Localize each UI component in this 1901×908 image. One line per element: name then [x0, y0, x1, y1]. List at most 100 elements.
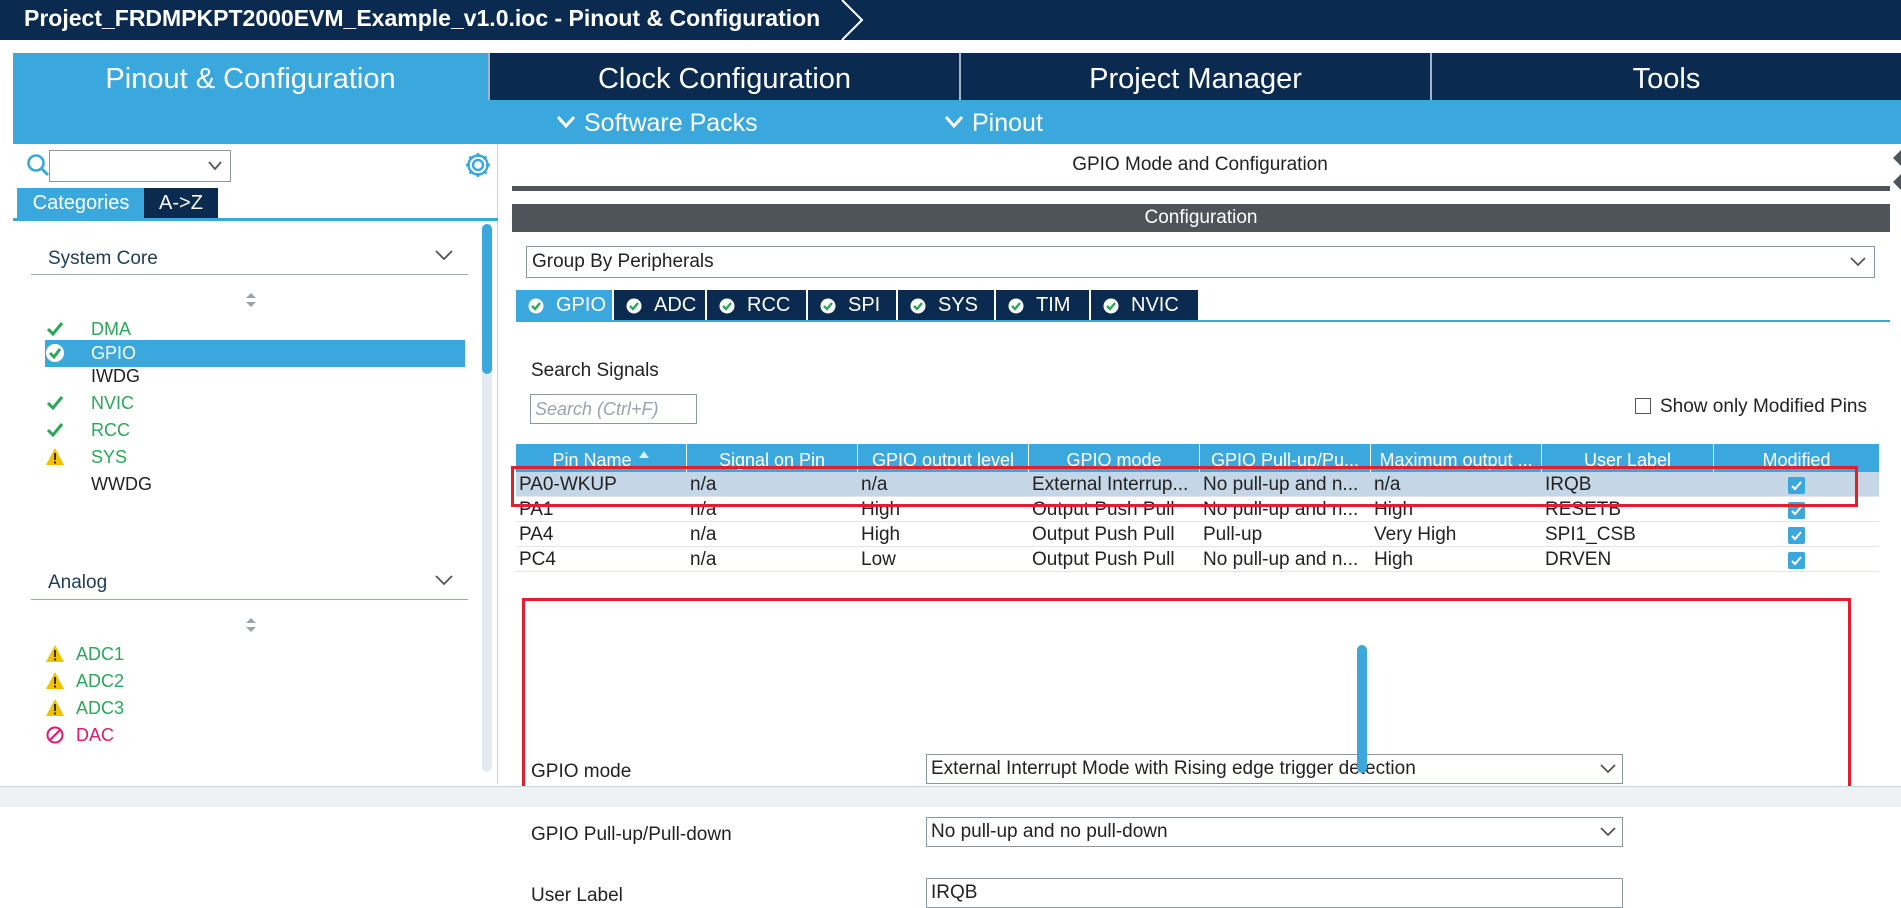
cell-user-label: SPI1_CSB	[1545, 524, 1636, 545]
show-modified-pins-label: Show only Modified Pins	[1660, 396, 1867, 417]
cell-mode: Output Push Pull	[1032, 524, 1175, 545]
categories-pane: Categories A->Z System Core DMA GPIO IWD…	[13, 144, 498, 784]
divider[interactable]	[512, 186, 1890, 191]
cell-pin: PC4	[519, 549, 556, 570]
cell-level: Low	[861, 549, 896, 570]
chevron-down-icon	[556, 116, 576, 129]
highlight-pin-settings	[522, 598, 1851, 802]
list-item-label: IWDG	[91, 366, 140, 386]
list-item-label: ADC1	[76, 644, 125, 664]
list-item-label: WWDG	[91, 474, 152, 494]
check-circle-icon	[1103, 298, 1119, 314]
table-row[interactable]: PC4 n/a Low Output Push Pull No pull-up …	[516, 547, 1879, 572]
warning-icon	[46, 699, 64, 716]
category-search-combo[interactable]	[49, 150, 231, 182]
check-circle-icon	[626, 298, 642, 314]
left-scrollbar[interactable]	[482, 224, 492, 772]
tab-label: SPI	[848, 294, 881, 316]
cell-pull: Pull-up	[1203, 524, 1263, 545]
chevron-down-icon	[1850, 257, 1866, 267]
modified-checkbox[interactable]	[1788, 527, 1805, 544]
cell-mode: Output Push Pull	[1032, 549, 1175, 570]
modified-checkbox[interactable]	[1788, 552, 1805, 569]
sort-ascending-icon	[638, 451, 649, 458]
list-item-dma[interactable]: DMA	[45, 316, 465, 343]
show-modified-pins-toggle[interactable]: Show only Modified Pins	[1635, 396, 1867, 418]
tab-rcc[interactable]: RCC	[707, 290, 806, 320]
list-item-adc2[interactable]: ADC2	[45, 668, 465, 695]
gpio-pull-value: No pull-up and no pull-down	[931, 821, 1168, 842]
check-icon	[46, 322, 64, 337]
status-bar	[0, 786, 1901, 807]
collapse-arrows-icon[interactable]	[1891, 144, 1901, 204]
search-signals-input[interactable]: Search (Ctrl+F)	[530, 394, 697, 424]
chevron-down-icon	[944, 116, 964, 129]
cell-level: High	[861, 524, 901, 545]
chevron-down-icon[interactable]	[433, 248, 455, 262]
list-item-dac[interactable]: DAC	[45, 722, 465, 749]
chevron-down-icon[interactable]	[433, 573, 455, 587]
divider	[31, 274, 468, 275]
group-analog-title[interactable]: Analog	[48, 568, 107, 598]
tab-a-to-z[interactable]: A->Z	[144, 188, 218, 218]
check-circle-icon	[719, 298, 735, 314]
list-item-adc3[interactable]: ADC3	[45, 695, 465, 722]
tab-label: TIM	[1036, 294, 1071, 316]
cell-speed: High	[1374, 549, 1414, 570]
tab-label: RCC	[747, 294, 791, 316]
group-by-value: Group By Peripherals	[532, 251, 714, 272]
search-signals-label: Search Signals	[531, 360, 659, 381]
warning-icon	[46, 448, 64, 465]
cell-user-label: DRVEN	[1545, 549, 1612, 570]
panel-title: GPIO Mode and Configuration	[1072, 154, 1328, 175]
gpio-pull-label: GPIO Pull-up/Pull-down	[531, 824, 732, 845]
tab-project-manager[interactable]: Project Manager	[961, 53, 1432, 100]
highlight-selected-row	[511, 466, 1858, 507]
pinout-menu[interactable]: Pinout	[944, 100, 1043, 144]
tab-gpio[interactable]: GPIO	[516, 290, 612, 320]
group-by-select[interactable]: Group By Peripherals	[526, 246, 1875, 278]
list-item-label: NVIC	[91, 393, 135, 413]
check-icon	[46, 423, 64, 438]
software-packs-menu[interactable]: Software Packs	[556, 100, 758, 144]
tab-pinout-configuration[interactable]: Pinout & Configuration	[13, 53, 490, 100]
tab-underline	[516, 320, 1890, 322]
check-circle-icon	[528, 298, 544, 314]
divider	[31, 599, 468, 600]
gpio-pull-select[interactable]: No pull-up and no pull-down	[926, 817, 1623, 847]
tab-categories[interactable]: Categories	[17, 188, 145, 218]
list-item-label: ADC2	[76, 671, 125, 691]
list-item-rcc[interactable]: RCC	[45, 417, 465, 444]
tab-sys[interactable]: SYS	[898, 290, 994, 320]
sort-icon[interactable]	[244, 616, 258, 634]
check-icon	[46, 396, 64, 411]
user-label-input[interactable]: IRQB	[926, 878, 1623, 908]
sort-icon[interactable]	[244, 291, 258, 309]
left-scrollbar-thumb[interactable]	[482, 224, 492, 374]
list-item-wwdg[interactable]: WWDG	[45, 471, 465, 498]
tab-spi[interactable]: SPI	[808, 290, 896, 320]
main-tab-bar: Pinout & Configuration Clock Configurati…	[13, 53, 1901, 100]
list-item-label: RCC	[91, 420, 130, 440]
chevron-down-icon	[208, 161, 222, 171]
list-item-nvic[interactable]: NVIC	[45, 390, 465, 417]
list-item-iwdg[interactable]: IWDG	[45, 363, 465, 390]
tab-clock-configuration[interactable]: Clock Configuration	[490, 53, 961, 100]
check-circle-icon	[46, 344, 64, 362]
list-item-adc1[interactable]: ADC1	[45, 641, 465, 668]
table-row[interactable]: PA4 n/a High Output Push Pull Pull-up Ve…	[516, 522, 1879, 547]
warning-icon	[46, 672, 64, 689]
pinout-label: Pinout	[972, 109, 1043, 137]
tab-label: SYS	[938, 294, 979, 316]
tab-nvic[interactable]: NVIC	[1091, 290, 1198, 320]
list-item-sys[interactable]: SYS	[45, 444, 465, 471]
check-circle-icon	[910, 298, 926, 314]
tab-tools[interactable]: Tools	[1432, 53, 1901, 100]
list-item-label: DMA	[91, 319, 131, 339]
gear-icon[interactable]	[463, 150, 493, 180]
group-system-core-title[interactable]: System Core	[48, 244, 158, 274]
list-item-label: ADC3	[76, 698, 125, 718]
tab-adc[interactable]: ADC	[614, 290, 705, 320]
show-modified-pins-checkbox[interactable]	[1635, 398, 1651, 414]
tab-tim[interactable]: TIM	[996, 290, 1089, 320]
